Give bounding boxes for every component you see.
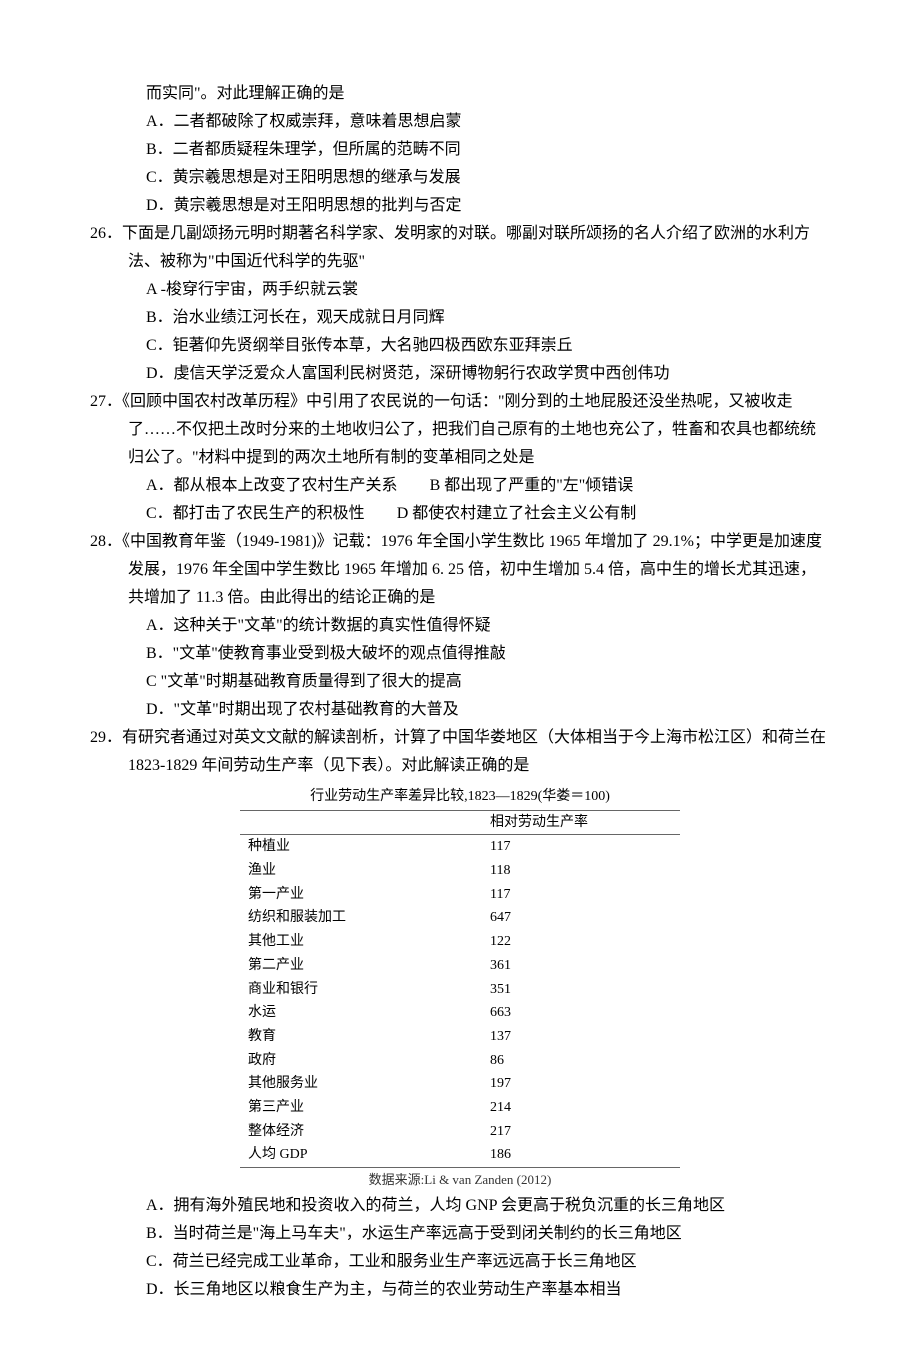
q27-options-row2: C．都打击了农民生产的积极性 D 都使农村建立了社会主义公有制 (90, 500, 830, 528)
row-label: 水运 (240, 1001, 482, 1025)
q29-table: 行业劳动生产率差异比较,1823—1829(华娄＝100) 相对劳动生产率 种植… (240, 786, 680, 1190)
row-value: 117 (482, 835, 680, 859)
row-label: 种植业 (240, 835, 482, 859)
q29-option-a: A．拥有海外殖民地和投资收入的荷兰，人均 GNP 会更高于税负沉重的长三角地区 (90, 1192, 830, 1220)
row-value: 647 (482, 906, 680, 930)
table-row: 商业和银行351 (240, 978, 680, 1002)
table-header-value: 相对劳动生产率 (482, 810, 680, 835)
q28-stem: 28．《中国教育年鉴（1949-1981)》记载：1976 年全国小学生数比 1… (90, 528, 830, 612)
q28-option-b: B．"文革"使教育事业受到极大破坏的观点值得推敲 (90, 640, 830, 668)
q29-table-source: 数据来源:Li & van Zanden (2012) (240, 1170, 680, 1190)
table-row: 教育137 (240, 1025, 680, 1049)
row-value: 186 (482, 1143, 680, 1167)
q27-option-a: A．都从根本上改变了农村生产关系 (146, 472, 398, 500)
table-row: 第一产业117 (240, 883, 680, 907)
table-row: 第三产业214 (240, 1096, 680, 1120)
row-label: 渔业 (240, 859, 482, 883)
q29-option-c: C．荷兰已经完成工业革命，工业和服务业生产率远远高于长三角地区 (90, 1248, 830, 1276)
row-value: 214 (482, 1096, 680, 1120)
row-value: 122 (482, 930, 680, 954)
table-row: 整体经济217 (240, 1120, 680, 1144)
table-row: 政府86 (240, 1049, 680, 1073)
q27-option-b: B 都出现了严重的"左"倾错误 (430, 472, 634, 500)
q26-option-d: D．虔信天学泛爱众人富国利民树贤范，深研博物躬行农政学贯中西创伟功 (90, 360, 830, 388)
row-label: 第三产业 (240, 1096, 482, 1120)
row-label: 第二产业 (240, 954, 482, 978)
q28-option-a: A．这种关于"文革"的统计数据的真实性值得怀疑 (90, 612, 830, 640)
row-value: 351 (482, 978, 680, 1002)
row-value: 137 (482, 1025, 680, 1049)
table-row: 纺织和服装加工647 (240, 906, 680, 930)
table-row: 水运663 (240, 1001, 680, 1025)
q29-option-d: D．长三角地区以粮食生产为主，与荷兰的农业劳动生产率基本相当 (90, 1276, 830, 1304)
row-value: 361 (482, 954, 680, 978)
row-label: 其他工业 (240, 930, 482, 954)
row-label: 商业和银行 (240, 978, 482, 1002)
row-value: 197 (482, 1072, 680, 1096)
row-label: 第一产业 (240, 883, 482, 907)
q28-option-d: D．"文革"时期出现了农村基础教育的大普及 (90, 696, 830, 724)
row-label: 教育 (240, 1025, 482, 1049)
row-value: 118 (482, 859, 680, 883)
row-label: 政府 (240, 1049, 482, 1073)
table-row: 人均 GDP186 (240, 1143, 680, 1167)
q27-option-d: D 都使农村建立了社会主义公有制 (397, 500, 637, 528)
row-label: 其他服务业 (240, 1072, 482, 1096)
q26-stem: 26．下面是几副颂扬元明时期著名科学家、发明家的对联。哪副对联所颂扬的名人介绍了… (90, 220, 830, 276)
table-header-blank (240, 810, 482, 835)
row-label: 纺织和服装加工 (240, 906, 482, 930)
row-value: 86 (482, 1049, 680, 1073)
row-value: 663 (482, 1001, 680, 1025)
q29-option-b: B．当时荷兰是"海上马车夫"，水运生产率远高于受到闭关制约的长三角地区 (90, 1220, 830, 1248)
q25-option-d: D．黄宗羲思想是对王阳明思想的批判与否定 (90, 192, 830, 220)
q25-option-c: C．黄宗羲思想是对王阳明思想的继承与发展 (90, 164, 830, 192)
table-row: 其他服务业197 (240, 1072, 680, 1096)
q28-option-c: C "文革"时期基础教育质量得到了很大的提高 (90, 668, 830, 696)
q26-option-c: C．钜著仰先贤纲举目张传本草，大名驰四极西欧东亚拜崇丘 (90, 332, 830, 360)
table-row: 其他工业122 (240, 930, 680, 954)
row-label: 整体经济 (240, 1120, 482, 1144)
q26-option-a: A -梭穿行宇宙，两手织就云裳 (90, 276, 830, 304)
q27-options-row1: A．都从根本上改变了农村生产关系 B 都出现了严重的"左"倾错误 (90, 472, 830, 500)
q29-stem: 29．有研究者通过对英文文献的解读剖析，计算了中国华娄地区（大体相当于今上海市松… (90, 724, 830, 780)
table-row: 种植业117 (240, 835, 680, 859)
row-value: 217 (482, 1120, 680, 1144)
table-row: 第二产业361 (240, 954, 680, 978)
table-row: 渔业118 (240, 859, 680, 883)
row-label: 人均 GDP (240, 1143, 482, 1167)
q25-option-b: B．二者都质疑程朱理学，但所属的范畴不同 (90, 136, 830, 164)
row-value: 117 (482, 883, 680, 907)
q29-table-title: 行业劳动生产率差异比较,1823—1829(华娄＝100) (240, 786, 680, 808)
q25-option-a: A．二者都破除了权威崇拜，意味着思想启蒙 (90, 108, 830, 136)
productivity-table: 相对劳动生产率 种植业117渔业118第一产业117纺织和服装加工647其他工业… (240, 810, 680, 1168)
q27-option-c: C．都打击了农民生产的积极性 (146, 500, 365, 528)
q25-stem-continuation: 而实同"。对此理解正确的是 (90, 80, 830, 108)
q27-stem: 27．《回顾中国农村改革历程》中引用了农民说的一句话："刚分到的土地屁股还没坐热… (90, 388, 830, 472)
q26-option-b: B．治水业绩江河长在，观天成就日月同辉 (90, 304, 830, 332)
